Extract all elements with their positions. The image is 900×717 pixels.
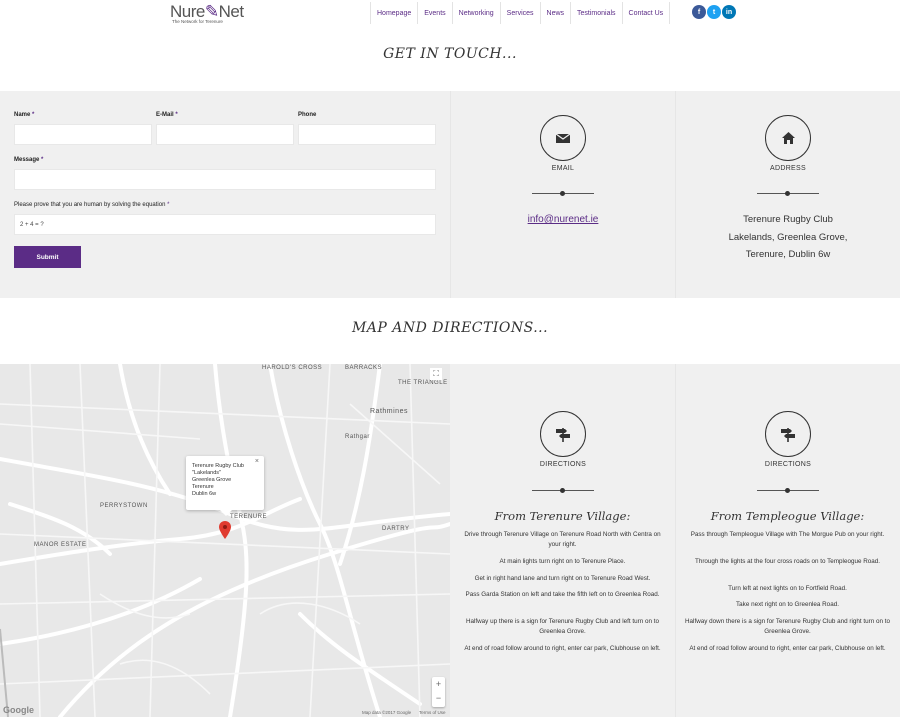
nav-services[interactable]: Services xyxy=(499,2,541,24)
nav-homepage[interactable]: Homepage xyxy=(370,2,419,24)
phone-field[interactable] xyxy=(298,124,436,145)
route-step: Pass Garda Station on left and take the … xyxy=(465,591,660,598)
map-info-window: × Terenure Rugby Club "Lakelands" Greenl… xyxy=(186,456,264,516)
directions-caption: DIRECTIONS xyxy=(764,461,812,468)
map-streets xyxy=(0,364,450,717)
directions-circle xyxy=(765,411,811,457)
submit-button[interactable]: Submit xyxy=(14,246,81,268)
popup-line: "Lakelands" xyxy=(192,469,221,476)
envelope-icon xyxy=(556,133,570,143)
facebook-icon[interactable]: f xyxy=(692,5,706,19)
zoom-out-icon[interactable]: − xyxy=(432,691,445,705)
dot-divider xyxy=(757,191,819,196)
captcha-field[interactable]: 2 + 4 = ? xyxy=(14,214,436,235)
route-step: Drive through Terenure Village on Terenu… xyxy=(464,531,661,548)
nav-networking[interactable]: Networking xyxy=(451,2,501,24)
popup-line: Dublin 6w xyxy=(192,490,217,497)
route-step: Through the lights at the four cross roa… xyxy=(694,558,881,565)
email-label: E-Mail * xyxy=(156,112,178,118)
directions-circle xyxy=(540,411,586,457)
dot-divider xyxy=(757,488,819,493)
map-area-label: MANOR ESTATE xyxy=(34,542,87,548)
directions-section: DIRECTIONS From Terenure Village: Drive … xyxy=(450,364,900,717)
dot-divider xyxy=(532,191,594,196)
captcha-label: Please prove that you are human by solvi… xyxy=(14,202,170,208)
column-divider xyxy=(450,91,451,298)
address-line: Lakelands, Greenlea Grove, xyxy=(728,232,848,243)
social-links: f t in xyxy=(692,5,736,19)
route-step: Halfway down there is a sign for Terenur… xyxy=(685,618,890,635)
dot-divider xyxy=(532,488,594,493)
nav-news[interactable]: News xyxy=(539,2,572,24)
google-logo: Google xyxy=(3,705,34,715)
route-step: At end of road follow around to right, e… xyxy=(464,645,661,652)
logo-tagline: The Network for Terenure xyxy=(172,19,223,24)
map-terms-link[interactable]: Terms of Use xyxy=(419,710,446,715)
map-area-label: BARRACKS xyxy=(345,365,383,371)
fullscreen-icon[interactable]: ⛶ xyxy=(430,368,442,380)
popup-line: Terenure xyxy=(192,483,214,490)
email-circle xyxy=(540,115,586,161)
map-area-label: Rathmines xyxy=(370,408,408,415)
route-step: Halfway up there is a sign for Terenure … xyxy=(465,618,660,635)
email-link[interactable]: info@nurenet.ie xyxy=(503,214,623,225)
nav-testimonials[interactable]: Testimonials xyxy=(570,2,623,24)
signpost-icon xyxy=(781,428,795,442)
map-area-label: HAROLD'S CROSS xyxy=(262,365,323,371)
address-line: Terenure Rugby Club xyxy=(743,214,833,225)
map-area-label: THE TRIANGLE xyxy=(398,380,448,386)
route-step: Take next right on to Greenlea Road. xyxy=(736,601,839,608)
route-step: Pass through Templeogue Village with The… xyxy=(690,531,885,538)
contact-section: Name * E-Mail * Phone Message * Please p… xyxy=(0,91,900,298)
home-icon xyxy=(781,132,795,144)
main-nav: Homepage Events Networking Services News… xyxy=(370,2,671,24)
twitter-icon[interactable]: t xyxy=(707,5,721,19)
map-area-label: TERENURE xyxy=(230,514,268,520)
map-area-label: PERRYSTOWN xyxy=(100,503,148,509)
column-divider xyxy=(675,91,676,298)
route-step: Turn left at next lights on to Fortfield… xyxy=(728,585,847,592)
map-area-label: Rathgar xyxy=(345,434,370,440)
route-step: Get in right hand lane and turn right on… xyxy=(474,575,651,582)
message-label: Message * xyxy=(14,157,44,163)
address-line: Terenure, Dublin 6w xyxy=(745,249,831,260)
route-step: At end of road follow around to right, e… xyxy=(689,645,886,652)
signpost-icon xyxy=(556,428,570,442)
google-map[interactable]: HAROLD'S CROSS BARRACKS THE TRIANGLE Rat… xyxy=(0,364,450,717)
address-caption: ADDRESS xyxy=(770,165,806,172)
directions-caption: DIRECTIONS xyxy=(539,461,587,468)
map-area-label: DARTRY xyxy=(382,526,410,532)
email-field[interactable] xyxy=(156,124,294,145)
message-field[interactable] xyxy=(14,169,436,190)
address-circle xyxy=(765,115,811,161)
get-in-touch-title: GET IN TOUCH... xyxy=(383,46,517,62)
route-heading: From Terenure Village: xyxy=(494,509,631,523)
phone-label: Phone xyxy=(298,112,317,118)
map-attribution: Map data ©2017 Google xyxy=(362,710,412,715)
linkedin-icon[interactable]: in xyxy=(722,5,736,19)
name-field[interactable] xyxy=(14,124,152,145)
name-label: Name * xyxy=(14,112,35,118)
route-step: At main lights turn right on to Terenure… xyxy=(499,558,626,565)
popup-line: Terenure Rugby Club xyxy=(192,463,244,469)
map-directions-title: MAP AND DIRECTIONS... xyxy=(351,320,549,336)
nav-contact-us[interactable]: Contact Us xyxy=(621,2,671,24)
popup-line: Greenlea Grove xyxy=(192,476,232,483)
site-logo[interactable]: Nure✎Net The Network for Terenure xyxy=(168,2,248,26)
site-header: Nure✎Net The Network for Terenure Homepa… xyxy=(0,0,900,30)
zoom-control[interactable]: + − xyxy=(432,677,445,707)
zoom-in-icon[interactable]: + xyxy=(432,677,445,691)
column-divider xyxy=(675,364,676,717)
email-caption: EMAIL xyxy=(551,165,575,172)
map-pin-icon[interactable] xyxy=(219,521,231,539)
route-heading: From Templeogue Village: xyxy=(710,509,865,523)
nav-events[interactable]: Events xyxy=(417,2,453,24)
close-icon[interactable]: × xyxy=(255,458,259,467)
